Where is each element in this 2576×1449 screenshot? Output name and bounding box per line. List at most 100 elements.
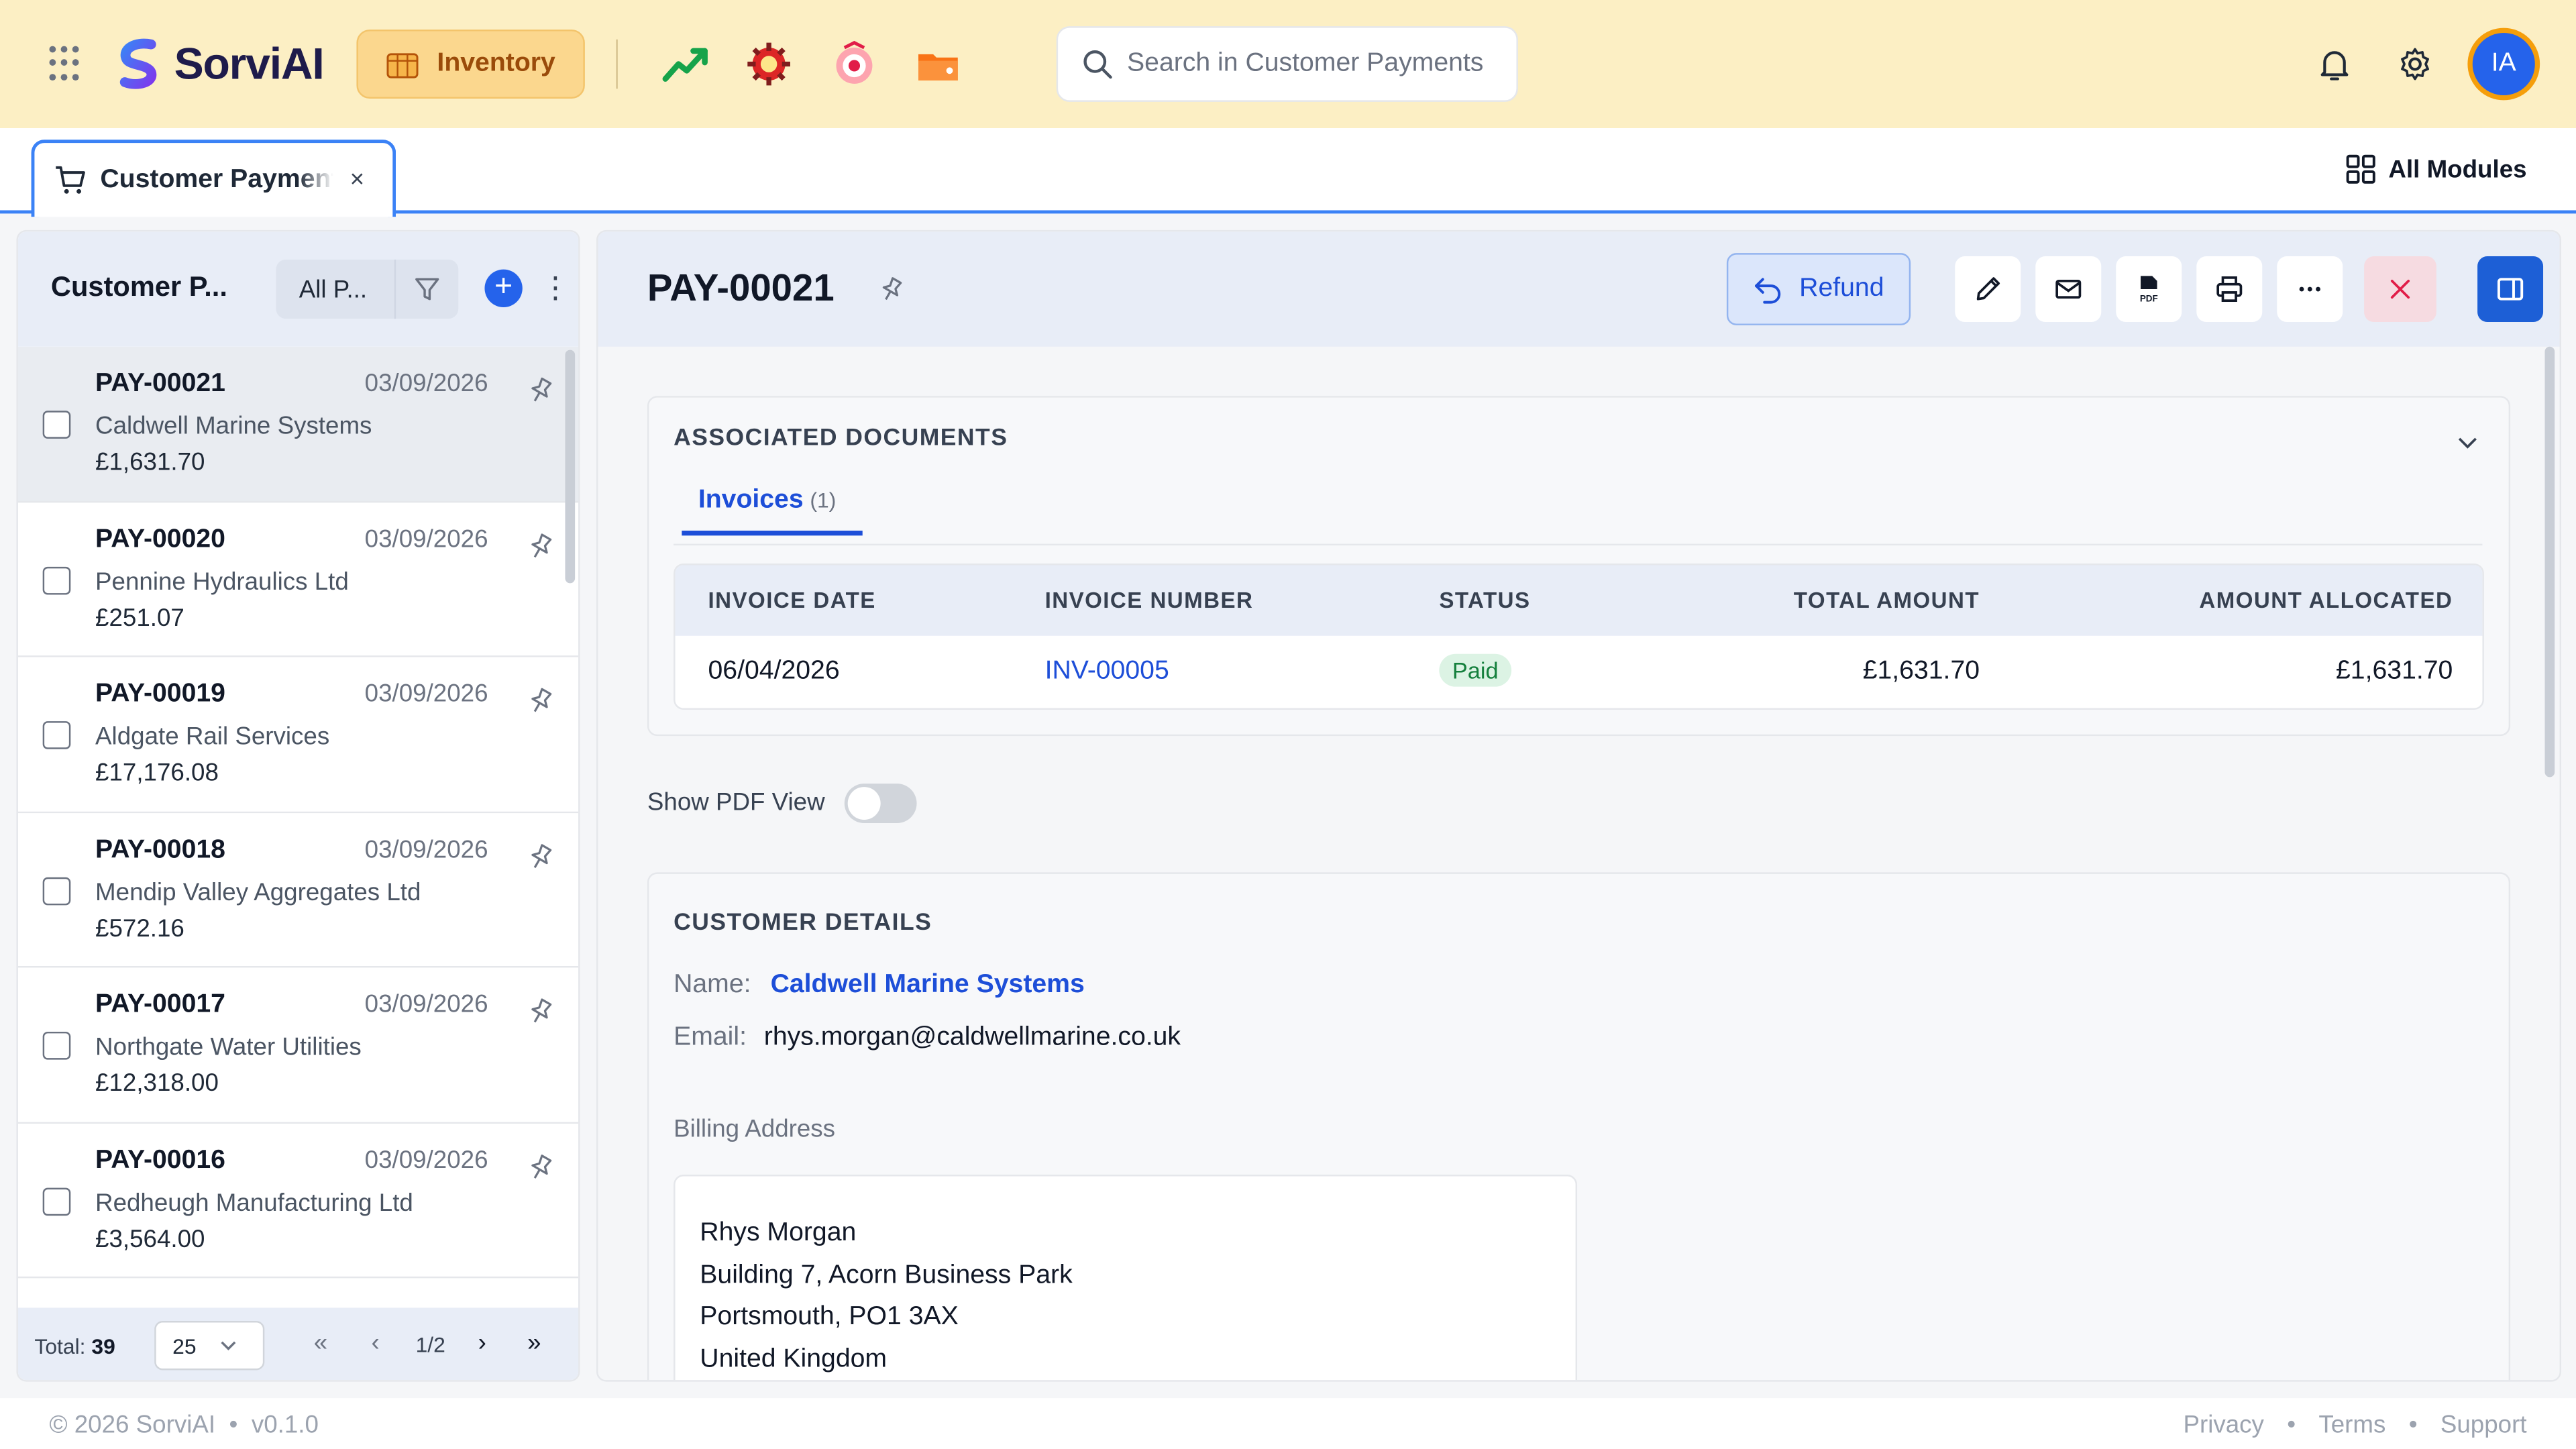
target-badge-icon[interactable] [830, 40, 879, 89]
payment-date: 03/09/2026 [364, 1146, 488, 1174]
terms-link[interactable]: Terms [2318, 1411, 2385, 1440]
edit-button[interactable] [1955, 256, 2021, 323]
pin-icon[interactable] [526, 842, 555, 871]
module-switcher-button[interactable]: Inventory [356, 30, 585, 99]
tab-customer-payments[interactable]: Customer Payments × [31, 140, 396, 217]
filter-button[interactable] [394, 259, 459, 319]
row-checkbox[interactable] [42, 1031, 71, 1060]
row-checkbox[interactable] [42, 721, 71, 749]
payment-amount: £572.16 [95, 914, 184, 943]
folder-wallet-icon[interactable] [914, 40, 963, 89]
refund-button[interactable]: Refund [1726, 253, 1911, 325]
invoice-number-link[interactable]: INV-00005 [1045, 657, 1169, 687]
list-item[interactable]: PAY-00019 03/09/2026 Aldgate Rail Services… [17, 657, 579, 813]
pin-icon[interactable] [526, 531, 555, 561]
list-item[interactable]: PAY-00021 03/09/2026 Caldwell Marine Syste… [17, 346, 579, 502]
search-input[interactable]: Search in Customer Payments [1056, 26, 1518, 102]
gear-icon[interactable] [2396, 44, 2435, 84]
more-actions-button[interactable] [2277, 256, 2343, 323]
detail-scrollbar[interactable] [2544, 346, 2555, 777]
payments-list: PAY-00021 03/09/2026 Caldwell Marine Syste… [17, 346, 579, 1308]
customer-details-title: CUSTOMER DETAILS [674, 910, 932, 936]
printer-icon [2216, 276, 2243, 303]
row-checkbox[interactable] [42, 566, 71, 594]
settings-gear-search-icon[interactable] [744, 40, 793, 89]
prev-page-button[interactable]: ‹ [371, 1329, 379, 1357]
pin-icon[interactable] [526, 376, 555, 406]
next-page-button[interactable]: › [478, 1329, 486, 1357]
column-header-amount-allocated[interactable]: AMOUNT ALLOCATED [2199, 588, 2453, 613]
payment-id: PAY-00017 [95, 990, 225, 1019]
row-checkbox[interactable] [42, 1187, 71, 1216]
table-row[interactable]: 06/04/2026 INV-00005 Paid £1,631.70 £1,6… [676, 636, 2483, 708]
amount-allocated-cell: £1,631.70 [2336, 657, 2453, 686]
invoices-tab-count: (1) [810, 488, 837, 513]
print-button[interactable] [2196, 256, 2263, 323]
brand-logo[interactable]: SorviAI [112, 36, 325, 92]
customer-name: Redheugh Manufacturing Ltd [95, 1188, 413, 1217]
module-label: Inventory [437, 49, 555, 78]
pin-icon[interactable] [877, 276, 906, 304]
payments-list-panel: Customer P... All P... + ⋮ PAY-00021 03/0… [16, 229, 580, 1382]
tab-strip: Customer Payments × All Modules [0, 128, 2576, 217]
sales-trend-icon[interactable] [660, 40, 709, 89]
ellipsis-icon [2299, 286, 2320, 292]
more-options-icon[interactable]: ⋮ [541, 271, 570, 305]
column-header-status[interactable]: STATUS [1439, 588, 1530, 613]
all-modules-button[interactable]: All Modules [2346, 154, 2527, 184]
privacy-link[interactable]: Privacy [2183, 1411, 2263, 1440]
cart-icon [56, 165, 85, 193]
divider [616, 39, 618, 89]
column-header-invoice-date[interactable]: INVOICE DATE [708, 588, 876, 613]
close-icon [2390, 279, 2410, 299]
detail-header: PAY-00021 Refund PDF [598, 231, 2560, 347]
list-scrollbar[interactable] [565, 350, 576, 584]
bell-icon[interactable] [2315, 44, 2355, 84]
payment-amount: £251.07 [95, 604, 184, 632]
list-item[interactable]: PAY-00020 03/09/2026 Pennine Hydraulics Lt… [17, 502, 579, 657]
list-item[interactable]: PAY-00016 03/09/2026 Redheugh Manufacturin… [17, 1122, 579, 1279]
pencil-icon [1976, 277, 2000, 301]
customer-name: Aldgate Rail Services [95, 722, 330, 751]
customer-name-link[interactable]: Caldwell Marine Systems [771, 971, 1085, 1000]
last-page-button[interactable]: » [527, 1329, 541, 1357]
list-item[interactable]: PAY-00018 03/09/2026 Mendip Valley Aggrega… [17, 812, 579, 968]
row-checkbox[interactable] [42, 411, 71, 439]
page-size-select[interactable]: 25 [154, 1320, 265, 1371]
pdf-view-toggle[interactable] [844, 784, 917, 823]
view-select[interactable]: All P... [276, 275, 394, 303]
payment-amount: £12,318.00 [95, 1069, 219, 1097]
payment-id: PAY-00016 [95, 1146, 225, 1174]
invoices-table: INVOICE DATE INVOICE NUMBER STATUS TOTAL… [674, 564, 2484, 710]
support-link[interactable]: Support [2440, 1411, 2527, 1440]
brand-name: SorviAI [174, 38, 325, 89]
add-payment-button[interactable]: + [484, 269, 523, 307]
footer-dot: • [2287, 1411, 2296, 1440]
payment-detail-panel: PAY-00021 Refund PDF ASSOCIATED DOCUMENT… [596, 229, 2561, 1382]
tab-close-button[interactable]: × [350, 166, 364, 194]
column-header-total-amount[interactable]: TOTAL AMOUNT [1794, 588, 1980, 613]
toggle-side-panel-button[interactable] [2477, 256, 2544, 323]
pdf-button[interactable]: PDF [2116, 256, 2182, 323]
email-button[interactable] [2035, 256, 2102, 323]
pin-icon[interactable] [526, 998, 555, 1027]
pin-icon[interactable] [526, 1152, 555, 1182]
customer-name: Caldwell Marine Systems [95, 412, 372, 441]
payment-id: PAY-00021 [95, 370, 225, 398]
chevron-down-icon [221, 1341, 237, 1351]
chevron-down-icon[interactable] [2456, 431, 2479, 453]
tab-invoices[interactable]: Invoices (1) [682, 486, 863, 536]
close-detail-button[interactable] [2364, 256, 2436, 323]
list-footer: Total: 39 25 « ‹ 1/2 › » [17, 1307, 579, 1381]
column-header-invoice-number[interactable]: INVOICE NUMBER [1045, 588, 1254, 613]
pin-icon[interactable] [526, 687, 555, 716]
user-avatar[interactable]: IA [2467, 28, 2540, 101]
list-item[interactable]: PAY-00017 03/09/2026 Northgate Water Utili… [17, 967, 579, 1123]
payment-amount: £3,564.00 [95, 1224, 205, 1253]
app-launcher-icon[interactable] [49, 46, 85, 83]
pdf-icon: PDF [2140, 276, 2158, 303]
svg-text:PDF: PDF [2140, 293, 2158, 303]
row-checkbox[interactable] [42, 876, 71, 905]
pdf-view-label: Show PDF View [647, 788, 825, 817]
first-page-button[interactable]: « [314, 1329, 327, 1357]
